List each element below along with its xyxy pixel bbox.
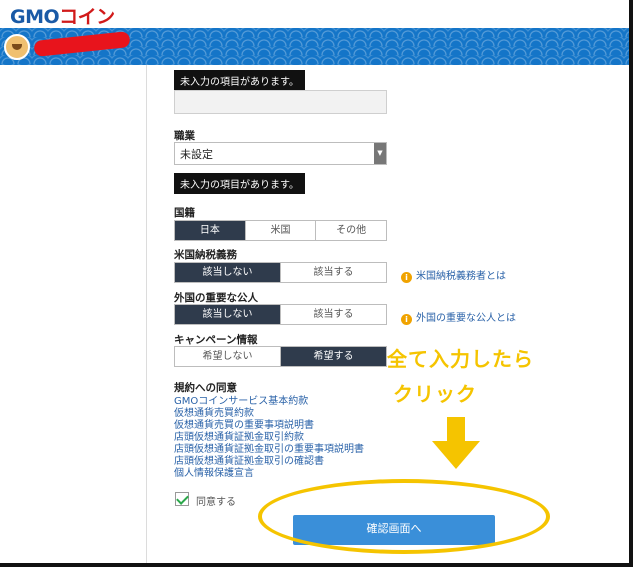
info-icon: i: [401, 314, 412, 325]
validation-tooltip: 未入力の項目があります。: [174, 70, 305, 91]
campaign-toggle: 希望しない 希望する: [174, 346, 387, 367]
terms-link[interactable]: 店頭仮想通貨証拠金取引の重要事項説明書: [174, 444, 364, 456]
terms-link[interactable]: 仮想通貨売買約款: [174, 408, 364, 420]
nationality-option-other[interactable]: その他: [315, 221, 387, 240]
terms-link[interactable]: 個人情報保護宣言: [174, 468, 364, 480]
foreign-pep-option-yes[interactable]: 該当する: [280, 305, 386, 324]
text-input[interactable]: [174, 90, 387, 114]
highlight-ellipse: [258, 479, 550, 554]
top-bar: GMOコイン: [0, 0, 629, 28]
arrow-down-icon: [432, 417, 480, 469]
us-tax-info-link[interactable]: i 米国納税義務者とは: [401, 267, 506, 283]
chevron-down-icon: ▼: [374, 143, 386, 164]
validation-tooltip: 未入力の項目があります。: [174, 173, 305, 194]
nationality-toggle: 日本 米国 その他: [174, 220, 387, 241]
terms-link[interactable]: GMOコインサービス基本約款: [174, 396, 364, 408]
us-tax-toggle: 該当しない 該当する: [174, 262, 387, 283]
us-tax-option-no[interactable]: 該当しない: [175, 263, 280, 282]
foreign-pep-toggle: 該当しない 該当する: [174, 304, 387, 325]
occupation-value: 未設定: [180, 148, 213, 161]
annotation-text-line1: 全て入力したら: [387, 347, 534, 371]
foreign-pep-label: 外国の重要な公人: [174, 292, 258, 304]
terms-label: 規約への同意: [174, 382, 237, 394]
us-tax-option-yes[interactable]: 該当する: [280, 263, 386, 282]
foreign-pep-info-link[interactable]: i 外国の重要な公人とは: [401, 309, 516, 325]
user-avatar-icon[interactable]: [4, 34, 30, 60]
nationality-option-japan[interactable]: 日本: [175, 221, 245, 240]
campaign-label: キャンペーン情報: [174, 334, 258, 346]
terms-link[interactable]: 仮想通貨売買の重要事項説明書: [174, 420, 364, 432]
occupation-select[interactable]: 未設定 ▼: [174, 142, 387, 165]
foreign-pep-option-no[interactable]: 該当しない: [175, 305, 280, 324]
gmo-coin-logo[interactable]: GMOコイン: [10, 2, 115, 29]
us-tax-label: 米国納税義務: [174, 249, 237, 261]
nationality-option-us[interactable]: 米国: [244, 221, 316, 240]
campaign-option-yes[interactable]: 希望する: [280, 347, 386, 366]
terms-link[interactable]: 店頭仮想通貨証拠金取引の確認書: [174, 456, 364, 468]
terms-link-list: GMOコインサービス基本約款 仮想通貨売買約款 仮想通貨売買の重要事項説明書 店…: [174, 396, 364, 480]
nationality-label: 国籍: [174, 207, 195, 219]
campaign-option-no[interactable]: 希望しない: [175, 347, 280, 366]
terms-link[interactable]: 店頭仮想通貨証拠金取引約款: [174, 432, 364, 444]
info-icon: i: [401, 272, 412, 283]
sidebar: [0, 65, 147, 563]
annotation-text-line2: クリック: [393, 382, 477, 406]
agree-label: 同意する: [196, 497, 236, 508]
occupation-label: 職業: [174, 130, 195, 142]
agree-checkbox[interactable]: [175, 492, 189, 506]
